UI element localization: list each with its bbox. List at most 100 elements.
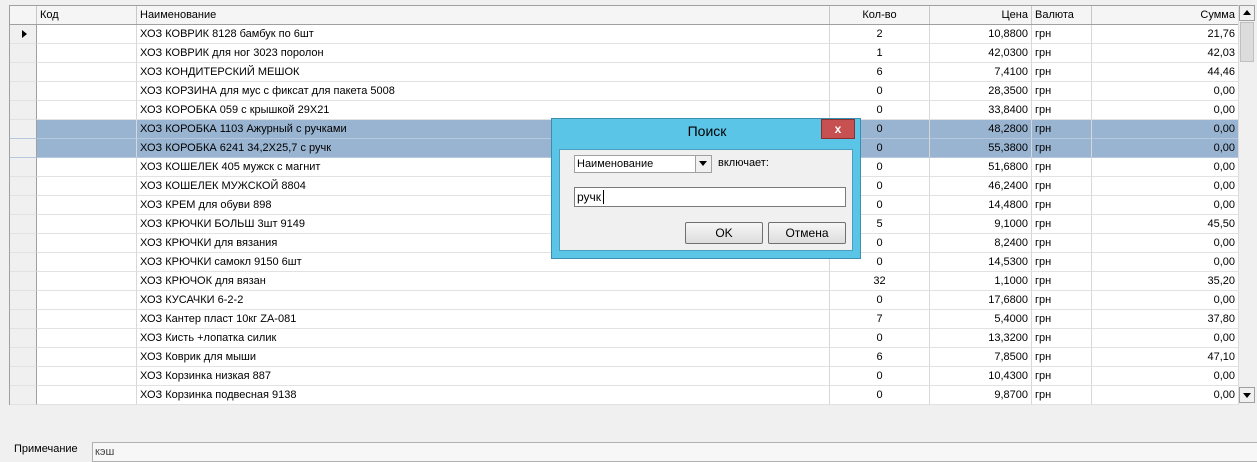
table-row[interactable]: ХОЗ КУСАЧКИ 6-2-2 0 17,6800 грн 0,00	[10, 291, 1239, 310]
cell-sum[interactable]: 0,00	[1092, 253, 1239, 272]
table-row[interactable]: ХОЗ Корзинка низкая 887 0 10,4300 грн 0,00	[10, 367, 1239, 386]
column-header-currency[interactable]: Валюта	[1032, 6, 1092, 24]
cell-qty[interactable]: 0	[830, 291, 930, 310]
column-header-code[interactable]: Код	[37, 6, 137, 24]
row-indicator[interactable]	[10, 196, 37, 215]
row-indicator[interactable]	[10, 25, 37, 44]
cell-currency[interactable]: грн	[1032, 44, 1092, 63]
cell-currency[interactable]: грн	[1032, 82, 1092, 101]
cell-currency[interactable]: грн	[1032, 367, 1092, 386]
cell-currency[interactable]: грн	[1032, 310, 1092, 329]
cell-qty[interactable]: 0	[830, 386, 930, 405]
cell-sum[interactable]: 0,00	[1092, 196, 1239, 215]
scroll-thumb[interactable]	[1240, 22, 1254, 62]
table-row[interactable]: ХОЗ Кисть +лопатка силик 0 13,3200 грн 0,00	[10, 329, 1239, 348]
cell-code[interactable]	[37, 196, 137, 215]
cell-sum[interactable]: 0,00	[1092, 82, 1239, 101]
cell-currency[interactable]: грн	[1032, 291, 1092, 310]
cell-currency[interactable]: грн	[1032, 63, 1092, 82]
cell-code[interactable]	[37, 329, 137, 348]
close-button[interactable]: x	[821, 119, 855, 139]
cell-sum[interactable]: 0,00	[1092, 234, 1239, 253]
cell-qty[interactable]: 0	[830, 329, 930, 348]
row-indicator[interactable]	[10, 215, 37, 234]
table-row[interactable]: ХОЗ КОНДИТЕРСКИЙ МЕШОК 6 7,4100 грн 44,46	[10, 63, 1239, 82]
cell-price[interactable]: 55,3800	[930, 139, 1032, 158]
vertical-scrollbar[interactable]	[1238, 5, 1256, 404]
search-input[interactable]	[574, 187, 846, 207]
column-header-price[interactable]: Цена	[930, 6, 1032, 24]
cell-currency[interactable]: грн	[1032, 386, 1092, 405]
cell-name[interactable]: ХОЗ Корзинка подвесная 9138	[137, 386, 830, 405]
cell-code[interactable]	[37, 348, 137, 367]
cell-name[interactable]: ХОЗ Кантер пласт 10кг ZA-081	[137, 310, 830, 329]
cell-code[interactable]	[37, 367, 137, 386]
row-indicator[interactable]	[10, 82, 37, 101]
cell-code[interactable]	[37, 177, 137, 196]
cell-code[interactable]	[37, 215, 137, 234]
cell-sum[interactable]: 47,10	[1092, 348, 1239, 367]
cell-code[interactable]	[37, 82, 137, 101]
cell-price[interactable]: 1,1000	[930, 272, 1032, 291]
cell-name[interactable]: ХОЗ КУСАЧКИ 6-2-2	[137, 291, 830, 310]
cell-qty[interactable]: 6	[830, 63, 930, 82]
table-row[interactable]: ХОЗ КОВРИК 8128 бамбук по 6шт 2 10,8800 грн…	[10, 25, 1239, 44]
cell-price[interactable]: 14,4800	[930, 196, 1032, 215]
cell-price[interactable]: 9,8700	[930, 386, 1032, 405]
cell-name[interactable]: ХОЗ Кисть +лопатка силик	[137, 329, 830, 348]
cell-name[interactable]: ХОЗ КРЮЧОК для вязан	[137, 272, 830, 291]
cell-currency[interactable]: грн	[1032, 196, 1092, 215]
cell-currency[interactable]: грн	[1032, 177, 1092, 196]
cell-code[interactable]	[37, 291, 137, 310]
cell-code[interactable]	[37, 272, 137, 291]
cell-code[interactable]	[37, 234, 137, 253]
cell-name[interactable]: ХОЗ Корзинка низкая 887	[137, 367, 830, 386]
cancel-button[interactable]: Отмена	[768, 222, 846, 244]
row-indicator[interactable]	[10, 329, 37, 348]
table-row[interactable]: ХОЗ КОВРИК для ног 3023 поролон 1 42,0300 г…	[10, 44, 1239, 63]
cell-price[interactable]: 17,6800	[930, 291, 1032, 310]
cell-code[interactable]	[37, 139, 137, 158]
scroll-up-button[interactable]	[1239, 5, 1255, 21]
row-indicator[interactable]	[10, 120, 37, 139]
cell-code[interactable]	[37, 44, 137, 63]
cell-sum[interactable]: 42,03	[1092, 44, 1239, 63]
row-indicator[interactable]	[10, 44, 37, 63]
cell-code[interactable]	[37, 310, 137, 329]
row-indicator[interactable]	[10, 139, 37, 158]
cell-currency[interactable]: грн	[1032, 329, 1092, 348]
cell-qty[interactable]: 7	[830, 310, 930, 329]
cell-price[interactable]: 13,3200	[930, 329, 1032, 348]
cell-name[interactable]: ХОЗ КОВРИК для ног 3023 поролон	[137, 44, 830, 63]
cell-qty[interactable]: 32	[830, 272, 930, 291]
row-indicator[interactable]	[10, 234, 37, 253]
row-indicator[interactable]	[10, 253, 37, 272]
cell-currency[interactable]: грн	[1032, 139, 1092, 158]
row-indicator[interactable]	[10, 310, 37, 329]
cell-price[interactable]: 8,2400	[930, 234, 1032, 253]
cell-code[interactable]	[37, 386, 137, 405]
cell-price[interactable]: 10,4300	[930, 367, 1032, 386]
table-row[interactable]: ХОЗ Корзинка подвесная 9138 0 9,8700 грн 0,0…	[10, 386, 1239, 405]
cell-price[interactable]: 48,2800	[930, 120, 1032, 139]
cell-qty[interactable]: 6	[830, 348, 930, 367]
ok-button[interactable]: OK	[685, 222, 763, 244]
cell-price[interactable]: 10,8800	[930, 25, 1032, 44]
row-indicator[interactable]	[10, 101, 37, 120]
row-indicator[interactable]	[10, 63, 37, 82]
column-header-qty[interactable]: Кол-во	[830, 6, 930, 24]
cell-sum[interactable]: 0,00	[1092, 386, 1239, 405]
cell-sum[interactable]: 44,46	[1092, 63, 1239, 82]
cell-code[interactable]	[37, 25, 137, 44]
field-select[interactable]: Наименование	[574, 155, 712, 173]
cell-sum[interactable]: 0,00	[1092, 101, 1239, 120]
cell-code[interactable]	[37, 158, 137, 177]
cell-qty[interactable]: 1	[830, 44, 930, 63]
cell-currency[interactable]: грн	[1032, 348, 1092, 367]
cell-sum[interactable]: 0,00	[1092, 291, 1239, 310]
cell-name[interactable]: ХОЗ КОРЗИНА для мус с фиксат для пакета …	[137, 82, 830, 101]
row-indicator[interactable]	[10, 177, 37, 196]
cell-currency[interactable]: грн	[1032, 120, 1092, 139]
cell-sum[interactable]: 0,00	[1092, 329, 1239, 348]
scroll-down-button[interactable]	[1239, 387, 1255, 403]
